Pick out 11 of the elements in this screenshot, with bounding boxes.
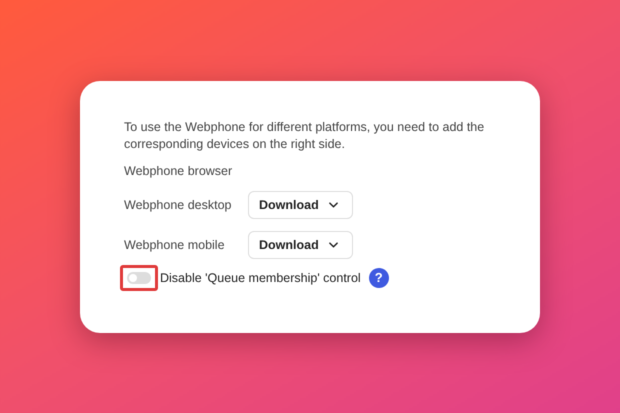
intro-text: To use the Webphone for different platforms, you need to add the corresponding devices on the right side. xyxy=(124,118,486,152)
row-label: Webphone browser xyxy=(124,164,234,178)
toggle-label: Disable 'Queue membership' control xyxy=(160,270,361,284)
download-dropdown[interactable]: Download xyxy=(248,230,353,258)
chevron-down-icon xyxy=(328,242,338,248)
toggle-switch[interactable] xyxy=(120,264,158,290)
chevron-down-icon xyxy=(328,202,338,208)
row-label: Webphone mobile xyxy=(124,238,226,252)
row-label: Webphone desktop xyxy=(124,198,232,212)
help-icon[interactable]: ? xyxy=(368,268,389,288)
download-dropdown[interactable]: Download xyxy=(248,190,353,218)
